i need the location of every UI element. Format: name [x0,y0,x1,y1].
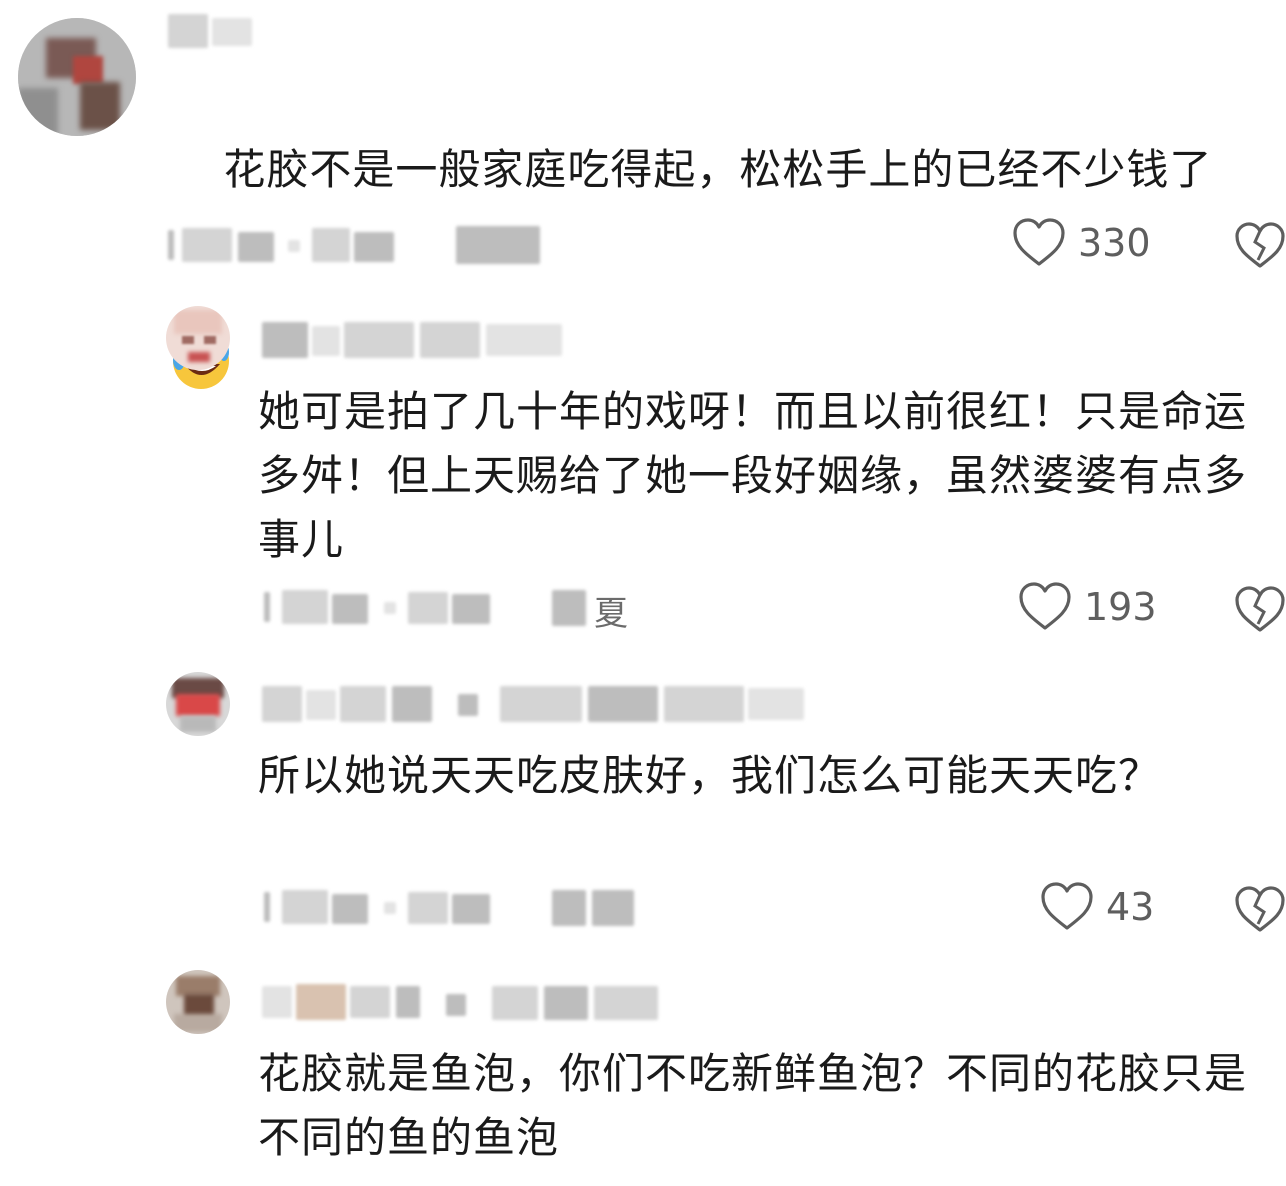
avatar[interactable] [166,306,230,370]
avatar[interactable] [18,18,136,136]
avatar[interactable] [166,672,230,736]
heart-outline-icon[interactable] [1040,882,1094,932]
heart-outline-icon[interactable] [1018,582,1072,632]
like-button[interactable]: 193 [1018,582,1157,632]
comment-text: 所以她说天天吃皮肤好，我们怎么可能天天吃？ [258,751,1162,800]
comment-text: 花胶就是鱼泡，你们不吃新鲜鱼泡？不同的花胶只是不同的鱼的鱼泡 [258,1049,1248,1162]
reply-label-partial[interactable]: 夏 [594,586,628,635]
broken-heart-icon[interactable] [1234,222,1286,270]
like-count: 43 [1106,885,1155,929]
broken-heart-icon[interactable] [1234,886,1286,934]
comment-text: 她可是拍了几十年的戏呀！而且以前很红！只是命运多舛！但上天赐给了她一段好姻缘，虽… [258,387,1248,564]
like-button[interactable]: 43 [1040,882,1154,932]
avatar[interactable] [166,970,230,1034]
heart-outline-icon[interactable] [1012,218,1066,268]
like-count: 330 [1078,221,1151,265]
like-count: 193 [1084,585,1157,629]
broken-heart-icon[interactable] [1234,586,1286,634]
like-button[interactable]: 330 [1012,218,1151,268]
